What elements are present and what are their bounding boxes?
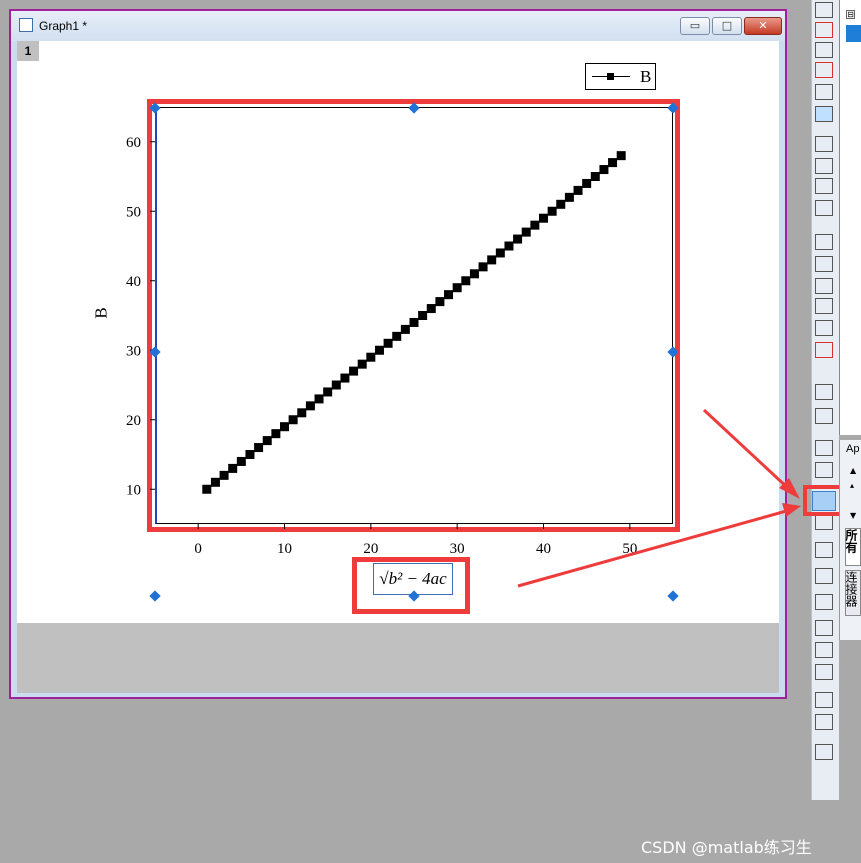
minimize-button[interactable]: ▭ <box>680 17 710 35</box>
close-button[interactable]: ✕ <box>744 17 782 35</box>
axis-red-icon[interactable] <box>815 22 833 38</box>
align-left-icon[interactable] <box>815 440 833 456</box>
align-middle-icon[interactable] <box>815 542 833 558</box>
graph-window-icon <box>19 18 33 32</box>
page-scroll-edge <box>781 41 785 131</box>
layer-number-tag[interactable]: 1 <box>17 41 39 61</box>
front-icon[interactable] <box>815 664 833 680</box>
pane-left2-icon[interactable] <box>815 278 833 294</box>
axis-red-small-icon[interactable] <box>815 62 833 78</box>
align-center-button[interactable] <box>812 491 836 511</box>
pane-bottom-icon[interactable] <box>815 234 833 250</box>
layer-grid-icon[interactable] <box>815 200 833 216</box>
scroll-down-icon[interactable]: ▼ <box>850 511 856 520</box>
window-titlebar[interactable]: Graph1 * ▭ □ ✕ <box>11 11 785 41</box>
back-icon[interactable] <box>815 692 833 708</box>
group-icon[interactable] <box>815 620 833 636</box>
merge-icon[interactable] <box>815 158 833 174</box>
project-tree-selected-item[interactable] <box>846 25 861 42</box>
rotate-3d-icon[interactable] <box>815 84 833 100</box>
page-margin-area <box>17 623 779 693</box>
align-top-icon[interactable] <box>815 384 833 400</box>
pattern-icon[interactable] <box>815 2 833 18</box>
distribute-h-icon[interactable] <box>815 568 833 584</box>
y-axis-label[interactable]: B <box>92 307 112 318</box>
project-explorer-panel[interactable] <box>839 0 861 435</box>
align-center-v-icon[interactable] <box>815 514 833 530</box>
speed-mode-icon[interactable] <box>815 106 833 122</box>
scroll-up-small-icon[interactable]: ▴ <box>850 481 854 490</box>
resize-icon[interactable] <box>815 714 833 730</box>
tab-connectors[interactable]: 连接器 <box>844 570 861 616</box>
tab-all[interactable]: 所有 <box>844 528 861 566</box>
align-bottom-icon[interactable] <box>815 408 833 424</box>
extract-icon[interactable] <box>815 178 833 194</box>
legend-box[interactable]: B <box>585 63 656 90</box>
apps-panel-title: Ap <box>846 443 860 455</box>
pane-left-icon[interactable] <box>815 256 833 272</box>
pane-red-icon[interactable] <box>815 342 833 358</box>
scroll-up-icon[interactable]: ▲ <box>850 466 856 475</box>
lock-icon[interactable] <box>815 744 833 760</box>
window-title: Graph1 * <box>39 19 88 33</box>
pane-box-icon[interactable] <box>815 298 833 314</box>
legend-label: B <box>640 67 652 86</box>
tree-collapse-icon[interactable]: ⊟ <box>846 10 855 19</box>
align-right-icon[interactable] <box>815 462 833 478</box>
plot-axes-area[interactable] <box>155 107 673 524</box>
ungroup-icon[interactable] <box>815 642 833 658</box>
axis-angle-icon[interactable] <box>815 42 833 58</box>
csdn-watermark: CSDN @matlab练习生 <box>641 838 812 857</box>
maximize-button[interactable]: □ <box>712 17 742 35</box>
legend-square-marker <box>607 73 614 80</box>
distribute-v-icon[interactable] <box>815 594 833 610</box>
pane-corner-icon[interactable] <box>815 320 833 336</box>
layer-icon[interactable] <box>815 136 833 152</box>
